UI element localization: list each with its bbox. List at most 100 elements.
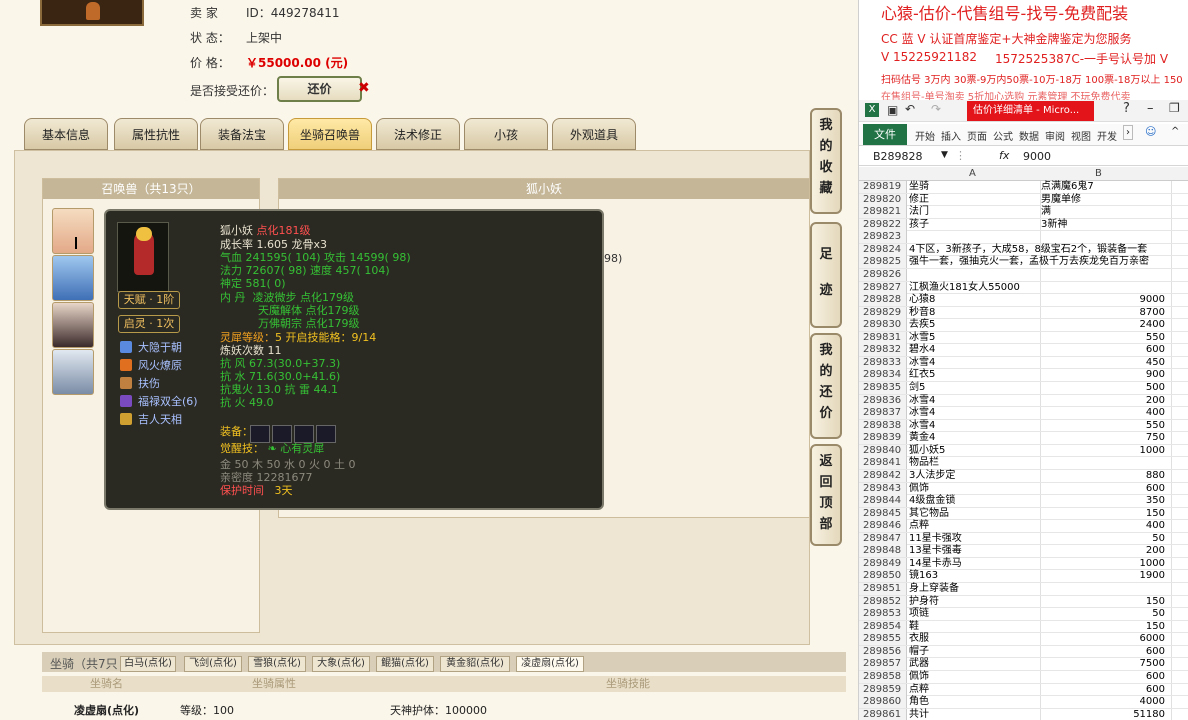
cell-b[interactable]: 600 (1041, 344, 1165, 356)
equip-slot[interactable] (316, 425, 336, 443)
name-box[interactable]: B289828 (873, 150, 923, 163)
cell-a[interactable]: 冰雪4 (909, 407, 1041, 419)
cell-a[interactable]: 冰雪4 (909, 357, 1041, 369)
cell-b[interactable]: 50 (1041, 608, 1165, 620)
row-number[interactable]: 289847 (859, 532, 907, 545)
sheet-row[interactable]: 289834 红衣5 900 (859, 369, 1188, 382)
save-icon[interactable]: ▣ (887, 103, 898, 117)
sheet-row[interactable]: 289841 物品栏 (859, 457, 1188, 470)
cell-a[interactable]: 冰雪4 (909, 395, 1041, 407)
formula-value[interactable]: 9000 (1023, 150, 1051, 163)
cell-b[interactable]: 150 (1041, 621, 1165, 633)
row-number[interactable]: 289854 (859, 620, 907, 633)
mount-tab[interactable]: 雪狼(点化) (248, 656, 306, 672)
cell-a[interactable]: 红衣5 (909, 369, 1041, 381)
row-number[interactable]: 289827 (859, 281, 907, 294)
column-a-header[interactable]: A (969, 168, 976, 179)
row-number[interactable]: 289851 (859, 583, 907, 595)
minimize-icon[interactable]: – (1147, 101, 1154, 116)
row-number[interactable]: 289861 (859, 708, 907, 720)
ribbon-tab-data[interactable]: 数据 (1019, 128, 1039, 143)
sheet-row[interactable]: 289835 剑5 500 (859, 382, 1188, 395)
cell-a[interactable]: 护身符 (909, 596, 1041, 608)
mount-tab[interactable]: 飞剑(点化) (184, 656, 242, 672)
cell-a[interactable]: 物品栏 (909, 457, 1041, 469)
sheet-row[interactable]: 289824 4下区，3新孩子，大成58，8级宝石2个，锻装备一套 (859, 243, 1188, 257)
cell-a[interactable]: 镜163 (909, 570, 1041, 582)
cell-a[interactable]: 去疾5 (909, 319, 1041, 331)
cell-a[interactable]: 14星卡赤马 (909, 558, 1041, 570)
ribbon-tab-developer[interactable]: 开发 (1097, 128, 1117, 143)
cell-b[interactable]: 50 (1041, 533, 1165, 545)
row-number[interactable]: 289824 (859, 243, 907, 256)
sheet-row[interactable]: 289853 项链 50 (859, 608, 1188, 621)
sheet-row[interactable]: 289860 角色 4000 (859, 696, 1188, 709)
ribbon-tab-formulas[interactable]: 公式 (993, 128, 1013, 143)
ribbon-tab-home[interactable]: 开始 (915, 128, 935, 143)
cell-a[interactable]: 狐小妖5 (909, 445, 1041, 457)
cell-a[interactable]: 角色 (909, 696, 1041, 708)
ribbon-tab-review[interactable]: 审阅 (1045, 128, 1065, 143)
sheet-row[interactable]: 289831 冰雪5 550 (859, 331, 1188, 345)
cell-a[interactable]: 点粹 (909, 520, 1041, 532)
row-number[interactable]: 289826 (859, 268, 907, 281)
row-number[interactable]: 289838 (859, 419, 907, 432)
sheet-row[interactable]: 289840 狐小妖5 1000 (859, 444, 1188, 458)
row-number[interactable]: 289860 (859, 696, 907, 709)
cell-b[interactable]: 500 (1041, 382, 1165, 394)
cell-a[interactable]: 江枫渔火181女人55000 (909, 282, 1041, 294)
cell-a[interactable]: 共计 (909, 709, 1041, 720)
row-number[interactable]: 289822 (859, 218, 907, 231)
cell-a[interactable]: 4下区，3新孩子，大成58，8级宝石2个，锻装备一套 (909, 244, 1147, 256)
cell-a[interactable]: 身上穿装备 (909, 583, 1041, 595)
sheet-row[interactable]: 289819 坐骑 点满魔6鬼7 (859, 181, 1188, 194)
cell-b[interactable]: 1000 (1041, 558, 1165, 570)
cell-b[interactable]: 600 (1041, 684, 1165, 696)
cell-a[interactable]: 鞋 (909, 621, 1041, 633)
sheet-row[interactable]: 289857 武器 7500 (859, 658, 1188, 671)
sheet-row[interactable]: 289827 江枫渔火181女人55000 (859, 281, 1188, 295)
cell-b[interactable]: 750 (1041, 432, 1165, 444)
row-number[interactable]: 289846 (859, 520, 907, 533)
sheet-row[interactable]: 289833 冰雪4 450 (859, 356, 1188, 370)
sheet-row[interactable]: 289851 身上穿装备 (859, 583, 1188, 596)
cell-b[interactable]: 200 (1041, 545, 1165, 557)
tab-children[interactable]: 小孩 (464, 118, 548, 150)
cell-b[interactable]: 550 (1041, 420, 1165, 432)
cell-a[interactable]: 强牛一套，强抽克火一套，孟极千万去疾龙免百万亲密 (909, 256, 1149, 268)
row-number[interactable]: 289844 (859, 495, 907, 508)
row-number[interactable]: 289853 (859, 608, 907, 621)
cell-a[interactable]: 项链 (909, 608, 1041, 620)
cell-b[interactable]: 450 (1041, 357, 1165, 369)
row-number[interactable]: 289839 (859, 432, 907, 445)
cell-a[interactable]: 13星卡强毒 (909, 545, 1041, 557)
row-number[interactable]: 289819 (859, 181, 907, 193)
cell-b[interactable]: 400 (1041, 407, 1165, 419)
redo-icon[interactable]: ↷ (931, 102, 941, 116)
my-haggle-button[interactable]: 我的还价 (810, 333, 842, 439)
sheet-row[interactable]: 289829 秒音8 8700 (859, 306, 1188, 320)
cell-b[interactable]: 350 (1041, 495, 1165, 507)
mount-tab[interactable]: 鲲猫(点化) (376, 656, 434, 672)
name-box-dropdown-icon[interactable]: ▼ (941, 150, 948, 160)
tab-mounts-summons[interactable]: 坐骑召唤兽 (288, 118, 372, 150)
cell-b[interactable]: 8700 (1041, 307, 1165, 319)
haggle-button[interactable]: 还价 (277, 76, 362, 102)
undo-icon[interactable]: ↶ (905, 102, 915, 116)
cell-a[interactable]: 武器 (909, 658, 1041, 670)
cell-b[interactable]: 600 (1041, 671, 1165, 683)
column-b-header[interactable]: B (1095, 168, 1102, 179)
sheet-row[interactable]: 289826 (859, 268, 1188, 282)
cell-a[interactable]: 衣服 (909, 633, 1041, 645)
cell-b[interactable]: 150 (1041, 508, 1165, 520)
mount-tab[interactable]: 白马(点化) (120, 656, 176, 672)
cell-a[interactable]: 其它物品 (909, 508, 1041, 520)
sheet-row[interactable]: 289839 黄金4 750 (859, 432, 1188, 445)
cell-b[interactable]: 150 (1041, 596, 1165, 608)
row-number[interactable]: 289855 (859, 633, 907, 646)
sheet-row[interactable]: 289850 镜163 1900 (859, 570, 1188, 583)
row-number[interactable]: 289840 (859, 444, 907, 457)
cell-a[interactable]: 佩饰 (909, 671, 1041, 683)
cell-b[interactable]: 51180 (1041, 709, 1165, 720)
sheet-row[interactable]: 289823 (859, 231, 1188, 244)
